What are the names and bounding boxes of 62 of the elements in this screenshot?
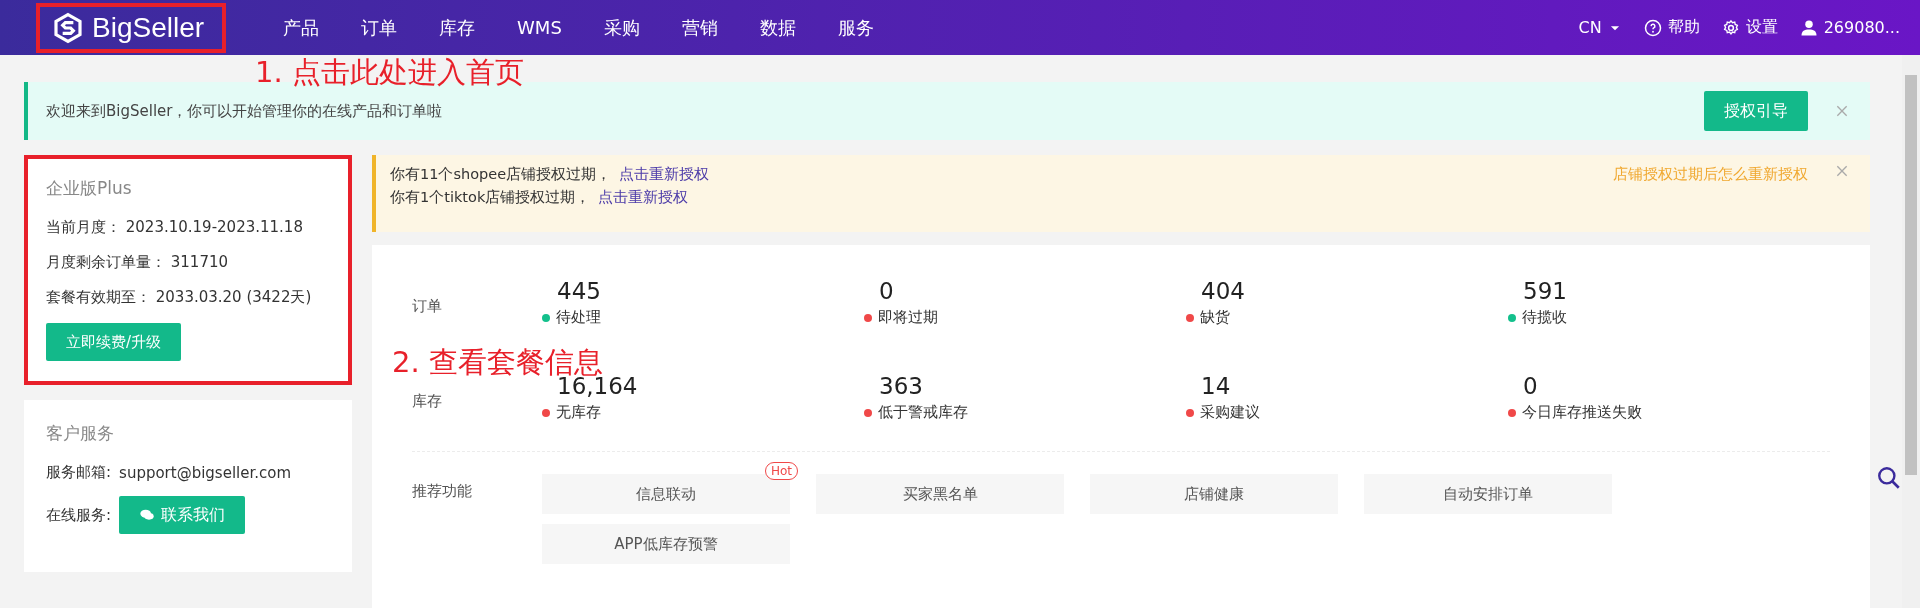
- scrollbar-thumb[interactable]: [1905, 75, 1917, 475]
- notice-text: 你有11个shopee店铺授权过期， 点击重新授权: [390, 165, 711, 184]
- reauthorize-link[interactable]: 点击重新授权: [619, 166, 710, 182]
- close-button[interactable]: [1834, 103, 1850, 119]
- nav-menu-item[interactable]: 数据: [738, 15, 817, 40]
- stat-row-label: 订单: [412, 297, 443, 316]
- reauthorize-link[interactable]: 点击重新授权: [598, 189, 689, 205]
- stat-value: 363: [879, 373, 923, 399]
- stat-value: 591: [1523, 278, 1567, 304]
- close-icon: [1834, 163, 1850, 179]
- plan-info-text: 套餐有效期至： 2033.03.20 (3422天): [46, 288, 313, 307]
- nav-menu-item[interactable]: 服务: [816, 15, 895, 40]
- stat-label[interactable]: 低于警戒库存: [878, 403, 968, 422]
- nav-menu-item[interactable]: 产品: [262, 15, 341, 40]
- feature-shortcut[interactable]: 店铺健康: [1090, 474, 1338, 514]
- hot-badge: Hot: [764, 462, 798, 480]
- plan-info-text: 当前月度： 2023.10.19-2023.11.18: [46, 218, 304, 237]
- stat-label[interactable]: 即将过期: [878, 308, 938, 327]
- nav-menu-item[interactable]: 采购: [582, 15, 661, 40]
- nav-menu-item[interactable]: 库存: [418, 15, 497, 40]
- help-icon: [1643, 18, 1662, 37]
- stat-label[interactable]: 采购建议: [1200, 403, 1260, 422]
- hexagon-logo-icon: [52, 11, 84, 44]
- help-link[interactable]: 帮助: [1643, 17, 1700, 38]
- feature-shortcut[interactable]: 买家黑名单: [816, 474, 1064, 514]
- feature-shortcut[interactable]: 自动安排订单: [1364, 474, 1612, 514]
- close-icon: [1834, 103, 1850, 119]
- language-selector[interactable]: CN: [1578, 18, 1622, 37]
- nav-menu-item[interactable]: 订单: [340, 15, 419, 40]
- settings-icon: [1721, 18, 1740, 37]
- settings-link[interactable]: 设置: [1721, 17, 1778, 38]
- email-label: 服务邮箱:: [46, 463, 112, 482]
- features-label: 推荐功能: [412, 482, 473, 502]
- stat-value: 445: [557, 278, 601, 304]
- welcome-message: 欢迎来到BigSeller，你可以开始管理你的在线产品和订单啦: [46, 101, 444, 121]
- stat-value: 0: [879, 278, 894, 304]
- close-button[interactable]: [1834, 163, 1850, 179]
- plan-title: 企业版Plus: [46, 177, 133, 200]
- feature-shortcut[interactable]: APP低库存预警: [542, 524, 790, 564]
- notice-text: 你有1个tiktok店铺授权过期， 点击重新授权: [390, 188, 690, 207]
- stat-row-label: 库存: [412, 392, 443, 411]
- stat-label[interactable]: 今日库存推送失败: [1522, 403, 1642, 422]
- nav-menu-item[interactable]: WMS: [496, 15, 583, 40]
- stat-label[interactable]: 待处理: [556, 308, 601, 327]
- stat-label[interactable]: 缺货: [1200, 308, 1230, 327]
- search-icon[interactable]: [1876, 465, 1902, 491]
- stat-label[interactable]: 待揽收: [1522, 308, 1567, 327]
- online-service-label: 在线服务:: [46, 505, 112, 525]
- annotation-text: 1. 点击此处进入首页: [255, 57, 524, 89]
- feature-shortcut[interactable]: 信息联动: [542, 474, 790, 514]
- user-account-menu[interactable]: 269080...: [1799, 18, 1900, 37]
- user-icon: [1799, 18, 1818, 37]
- logo-link[interactable]: BigSeller: [36, 2, 227, 53]
- chat-bubbles-icon: [139, 507, 156, 523]
- stat-value: 0: [1523, 373, 1538, 399]
- stat-value: 14: [1201, 373, 1231, 399]
- nav-menu-item[interactable]: 营销: [660, 15, 739, 40]
- stat-value: 404: [1201, 278, 1245, 304]
- stat-label[interactable]: 无库存: [556, 403, 601, 422]
- support-email: support@bigseller.com: [119, 463, 292, 482]
- plan-info-text: 月度剩余订单量： 311710: [46, 253, 230, 272]
- service-title: 客户服务: [46, 422, 115, 445]
